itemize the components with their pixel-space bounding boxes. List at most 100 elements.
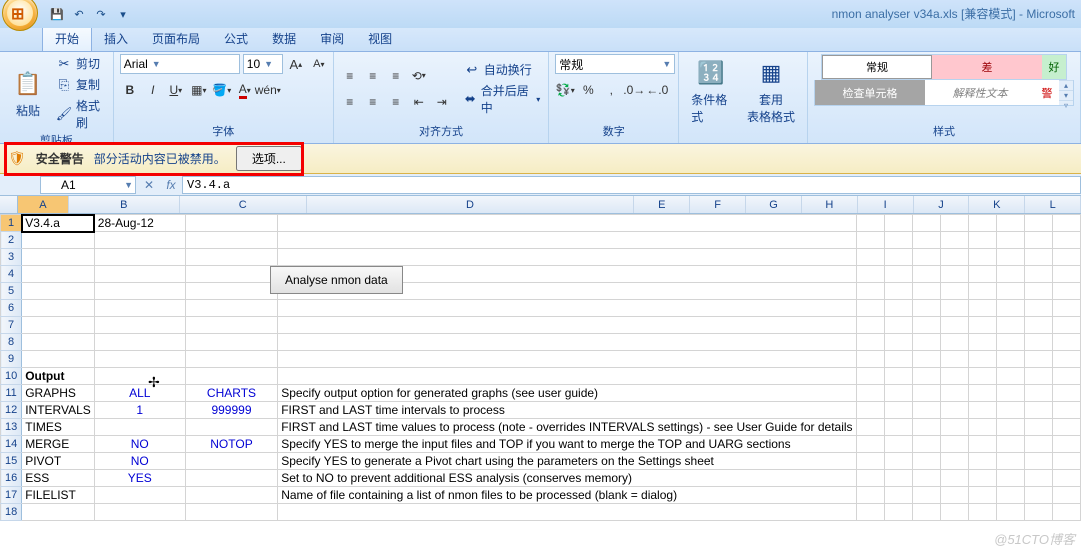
cell-J1[interactable] [996, 215, 1024, 232]
style-explain[interactable]: 解释性文本 [925, 80, 1035, 105]
cell-H7[interactable] [940, 317, 968, 334]
cut-button[interactable]: ✂剪切 [54, 54, 107, 73]
decrease-decimal-icon[interactable]: ←.0 [647, 80, 667, 100]
cell-D11[interactable]: Specify output option for generated grap… [278, 385, 856, 402]
cell-I6[interactable] [968, 300, 996, 317]
cell-C15[interactable] [185, 453, 277, 470]
cell-I4[interactable] [968, 266, 996, 283]
cell-L17[interactable] [1052, 487, 1080, 504]
cell-C18[interactable] [185, 504, 277, 521]
cell-B9[interactable] [94, 351, 185, 368]
column-header-H[interactable]: H [802, 196, 858, 213]
cell-D7[interactable] [278, 317, 856, 334]
column-header-C[interactable]: C [180, 196, 307, 213]
cell-J13[interactable] [996, 419, 1024, 436]
cell-E5[interactable] [856, 283, 884, 300]
cell-L12[interactable] [1052, 402, 1080, 419]
cell-K6[interactable] [1024, 300, 1052, 317]
formula-input[interactable]: V3.4.a [182, 176, 1081, 194]
cell-E17[interactable] [856, 487, 884, 504]
currency-icon[interactable]: 💱▾ [555, 80, 575, 100]
decrease-font-icon[interactable]: A▾ [309, 54, 329, 74]
cell-L8[interactable] [1052, 334, 1080, 351]
cell-G5[interactable] [912, 283, 940, 300]
tab-layout[interactable]: 页面布局 [140, 26, 212, 51]
cell-C13[interactable] [185, 419, 277, 436]
cell-E2[interactable] [856, 232, 884, 249]
column-header-G[interactable]: G [746, 196, 802, 213]
style-normal[interactable]: 常规 [822, 55, 932, 79]
cell-L18[interactable] [1052, 504, 1080, 521]
cell-C5[interactable] [185, 283, 277, 300]
cell-G9[interactable] [912, 351, 940, 368]
cell-F1[interactable] [884, 215, 912, 232]
cell-C9[interactable] [185, 351, 277, 368]
cell-H10[interactable] [940, 368, 968, 385]
select-all-corner[interactable] [0, 196, 18, 213]
cell-K18[interactable] [1024, 504, 1052, 521]
phonetic-button[interactable]: wén▾ [258, 80, 278, 100]
border-button[interactable]: ▦▾ [189, 80, 209, 100]
cell-A9[interactable] [22, 351, 95, 368]
cell-I15[interactable] [968, 453, 996, 470]
cell-K11[interactable] [1024, 385, 1052, 402]
cell-G4[interactable] [912, 266, 940, 283]
cell-F10[interactable] [884, 368, 912, 385]
cell-K15[interactable] [1024, 453, 1052, 470]
cell-D15[interactable]: Specify YES to generate a Pivot chart us… [278, 453, 856, 470]
cell-I3[interactable] [968, 249, 996, 266]
cell-K8[interactable] [1024, 334, 1052, 351]
undo-icon[interactable]: ↶ [70, 5, 88, 23]
column-header-L[interactable]: L [1025, 196, 1081, 213]
cell-G11[interactable] [912, 385, 940, 402]
cell-K13[interactable] [1024, 419, 1052, 436]
cell-A6[interactable] [22, 300, 95, 317]
cell-L7[interactable] [1052, 317, 1080, 334]
cell-I14[interactable] [968, 436, 996, 453]
cell-C4[interactable] [185, 266, 277, 283]
cell-K14[interactable] [1024, 436, 1052, 453]
align-left-icon[interactable]: ≡ [340, 92, 360, 112]
cell-I13[interactable] [968, 419, 996, 436]
cell-E4[interactable] [856, 266, 884, 283]
bold-button[interactable]: B [120, 80, 140, 100]
cell-H14[interactable] [940, 436, 968, 453]
cell-F9[interactable] [884, 351, 912, 368]
cell-C1[interactable] [185, 215, 277, 232]
column-header-F[interactable]: F [690, 196, 746, 213]
cell-A14[interactable]: MERGE [22, 436, 95, 453]
cell-H3[interactable] [940, 249, 968, 266]
cell-D10[interactable] [278, 368, 856, 385]
cell-F3[interactable] [884, 249, 912, 266]
cell-G15[interactable] [912, 453, 940, 470]
column-header-J[interactable]: J [914, 196, 970, 213]
row-header[interactable]: 11 [1, 385, 22, 402]
cell-B3[interactable] [94, 249, 185, 266]
align-middle-icon[interactable]: ≡ [363, 66, 383, 86]
cell-D2[interactable] [278, 232, 856, 249]
cell-C16[interactable] [185, 470, 277, 487]
cell-G10[interactable] [912, 368, 940, 385]
cell-I7[interactable] [968, 317, 996, 334]
cell-L2[interactable] [1052, 232, 1080, 249]
cell-K16[interactable] [1024, 470, 1052, 487]
analyse-button[interactable]: Analyse nmon data [270, 266, 403, 294]
cell-F17[interactable] [884, 487, 912, 504]
cell-G18[interactable] [912, 504, 940, 521]
orientation-icon[interactable]: ⟲▾ [409, 66, 429, 86]
cell-G3[interactable] [912, 249, 940, 266]
cell-L16[interactable] [1052, 470, 1080, 487]
cell-L9[interactable] [1052, 351, 1080, 368]
font-name-combo[interactable]: Arial▼ [120, 54, 240, 74]
cell-J8[interactable] [996, 334, 1024, 351]
cell-B14[interactable]: NO [94, 436, 185, 453]
cell-K3[interactable] [1024, 249, 1052, 266]
cell-G13[interactable] [912, 419, 940, 436]
style-check[interactable]: 检查单元格 [815, 80, 925, 105]
cell-D18[interactable] [278, 504, 856, 521]
cell-A10[interactable]: Output [22, 368, 95, 385]
cell-B1[interactable]: 28-Aug-12 [94, 215, 185, 232]
cell-E6[interactable] [856, 300, 884, 317]
cell-A16[interactable]: ESS [22, 470, 95, 487]
style-gallery-more[interactable]: ▴▾▿ [1059, 80, 1073, 105]
